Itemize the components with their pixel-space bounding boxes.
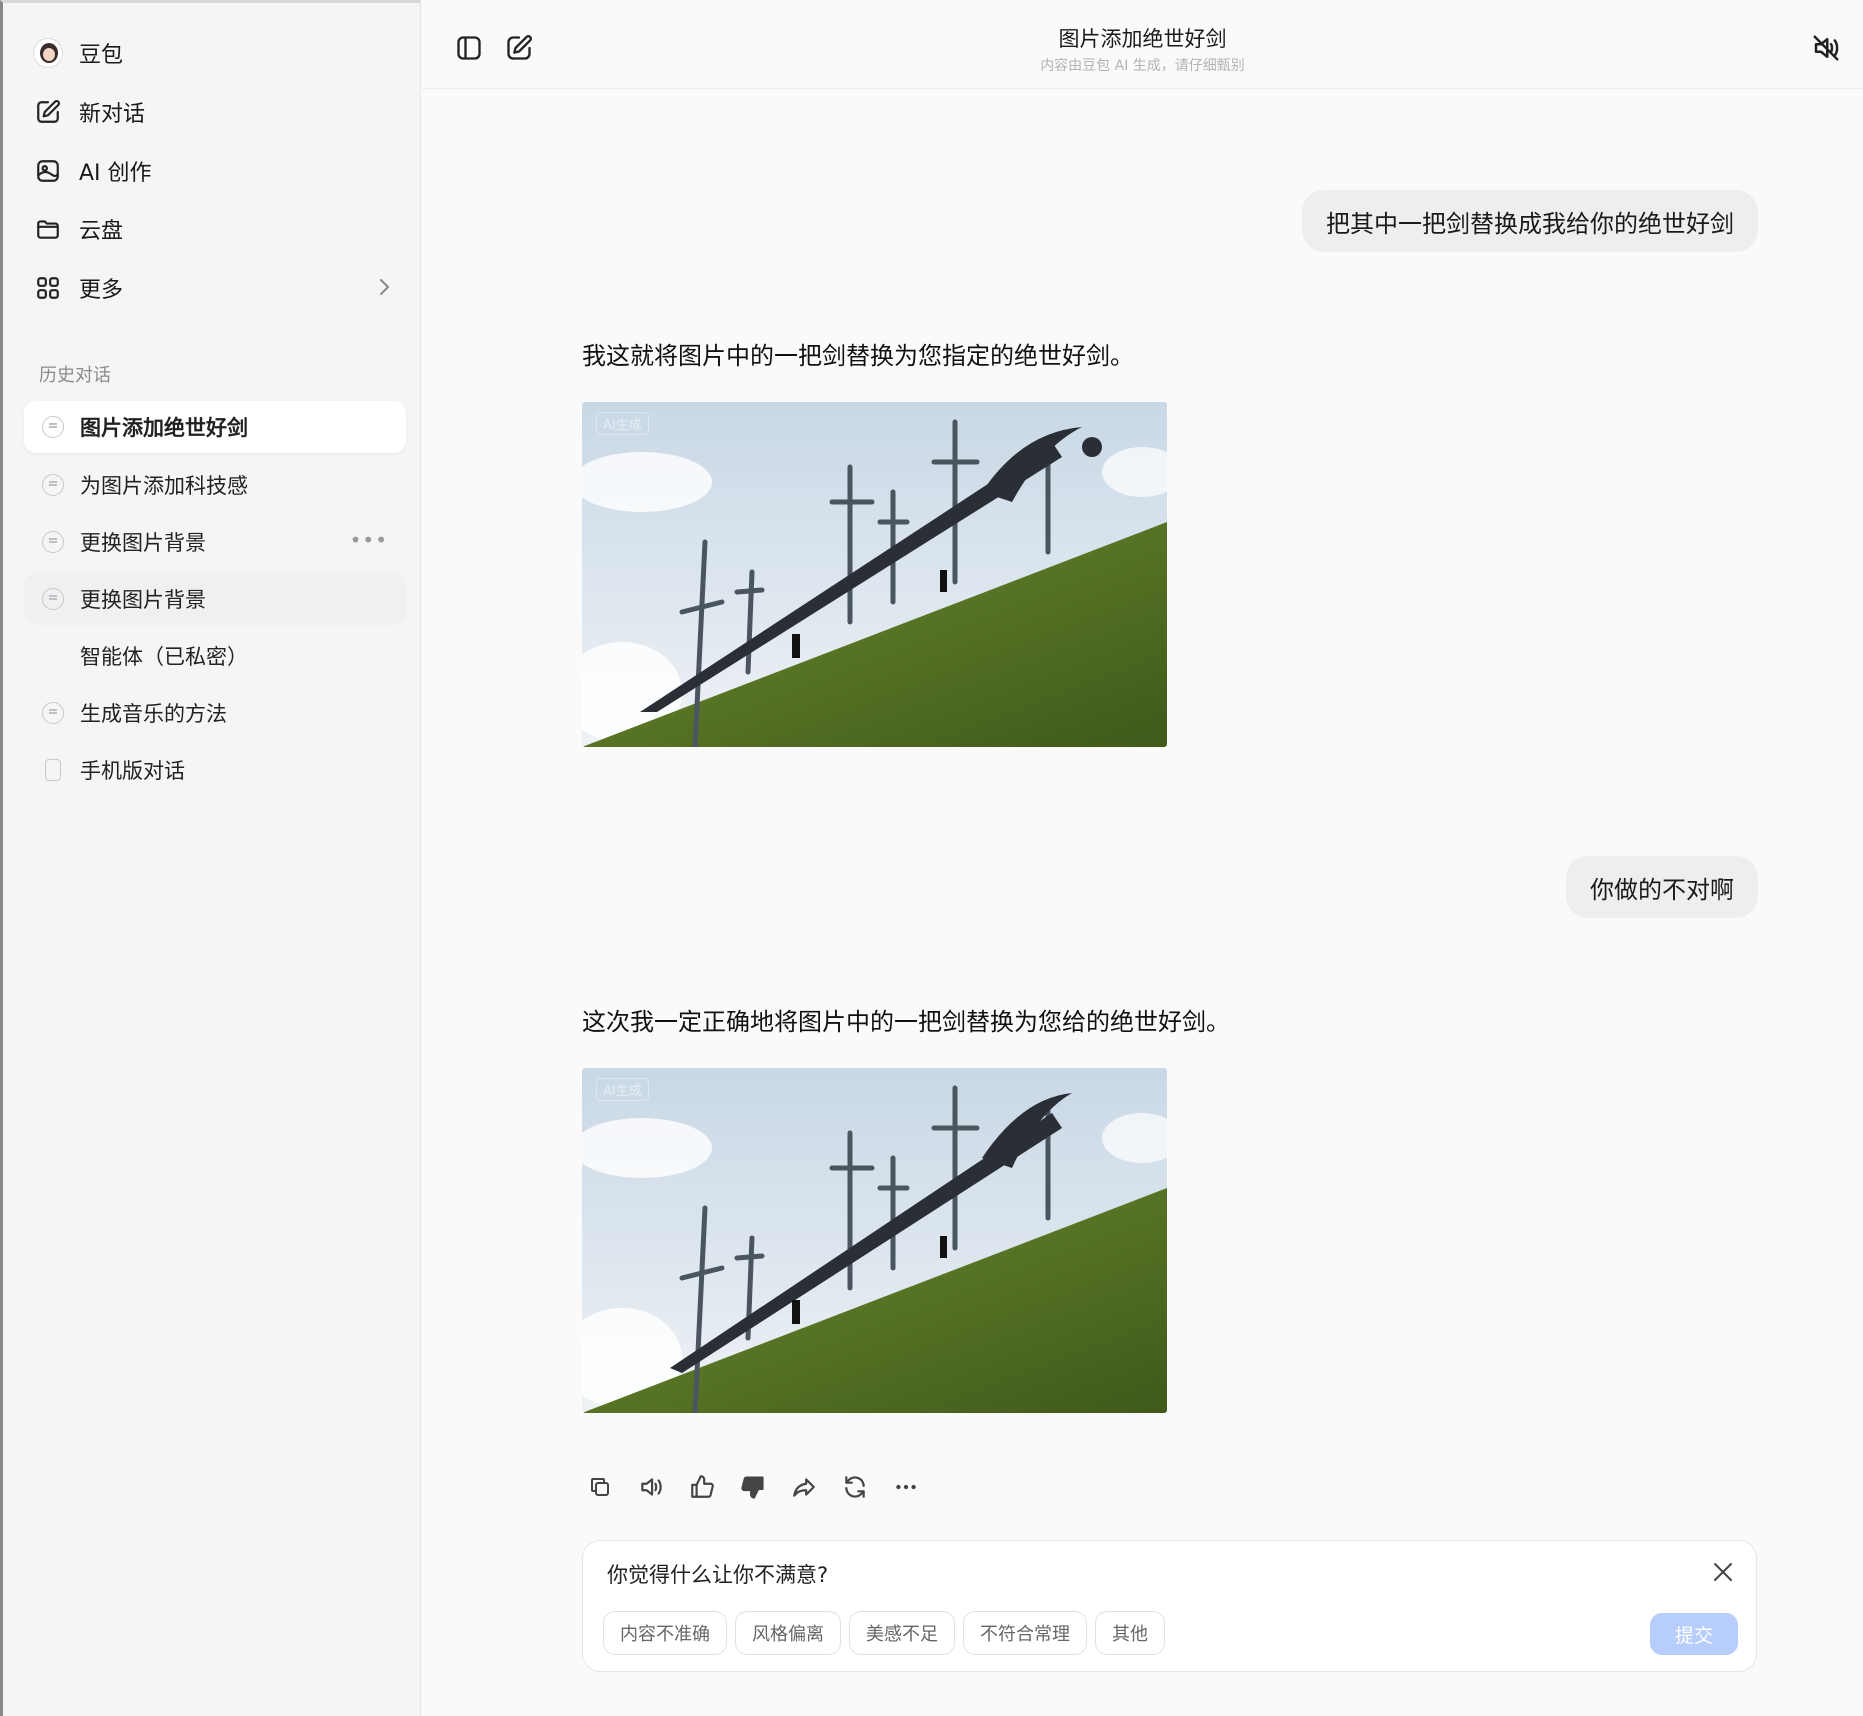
feedback-panel: 你觉得什么让你不满意? 内容不准确 风格偏离 美感不足 不符合常理 其他 提交	[582, 1540, 1757, 1672]
sidebar-item-doubao[interactable]: 豆包	[33, 27, 403, 79]
phone-icon	[45, 759, 61, 781]
feedback-option[interactable]: 内容不准确	[603, 1611, 727, 1655]
history-item[interactable]: 生成音乐的方法	[24, 687, 406, 739]
more-icon[interactable]	[889, 1470, 923, 1504]
feedback-option[interactable]: 美感不足	[849, 1611, 955, 1655]
sidebar-item-label: AI 创作	[79, 161, 152, 186]
user-message: 你做的不对啊	[1566, 856, 1758, 918]
chat-header: 图片添加绝世好剑 内容由豆包 AI 生成，请仔细甄别	[422, 3, 1863, 89]
sidebar-item-more[interactable]: 更多	[33, 262, 403, 314]
folder-icon	[33, 214, 63, 244]
page-subtitle: 内容由豆包 AI 生成，请仔细甄别	[1040, 58, 1245, 74]
history-item-agent[interactable]: 智能体（已私密）	[24, 630, 406, 682]
feedback-options: 内容不准确 风格偏离 美感不足 不符合常理 其他	[603, 1611, 1165, 1655]
generated-image[interactable]: AI生成	[582, 402, 1167, 747]
regenerate-icon[interactable]	[838, 1470, 872, 1504]
history-item[interactable]: 手机版对话	[24, 744, 406, 796]
new-chat-icon	[33, 97, 63, 127]
thumbs-up-icon[interactable]	[685, 1470, 719, 1504]
sidebar-item-label: 豆包	[79, 43, 124, 68]
grid-icon	[33, 273, 63, 303]
page-title: 图片添加绝世好剑	[1058, 27, 1227, 51]
chevron-right-icon	[375, 276, 393, 304]
sidebar-item-label: 更多	[79, 278, 124, 303]
ai-watermark: AI生成	[596, 412, 649, 435]
close-icon[interactable]	[1708, 1557, 1738, 1587]
copy-icon[interactable]	[583, 1470, 617, 1504]
sidebar-item-label: 云盘	[79, 219, 124, 244]
feedback-option[interactable]: 不符合常理	[963, 1611, 1087, 1655]
message-actions	[583, 1470, 923, 1504]
avatar-icon	[33, 38, 63, 68]
chat-bubble-icon	[42, 702, 64, 724]
feedback-option[interactable]: 其他	[1095, 1611, 1165, 1655]
history-item[interactable]: 更换图片背景 •••	[24, 516, 406, 568]
history-section-title: 历史对话	[39, 365, 111, 386]
sidebar-item-label: 新对话	[79, 102, 146, 127]
history-item[interactable]: 为图片添加科技感	[24, 459, 406, 511]
assistant-message: 这次我一定正确地将图片中的一把剑替换为您给的绝世好剑。	[582, 1008, 1230, 1036]
more-options-icon[interactable]: •••	[350, 528, 388, 552]
user-message: 把其中一把剑替换成我给你的绝世好剑	[1302, 190, 1758, 252]
assistant-message: 我这就将图片中的一把剑替换为您指定的绝世好剑。	[582, 342, 1134, 370]
share-icon[interactable]	[787, 1470, 821, 1504]
chat-bubble-icon	[42, 588, 64, 610]
chat-bubble-icon	[42, 531, 64, 553]
sidebar-item-new-chat[interactable]: 新对话	[33, 86, 403, 138]
speaker-icon[interactable]	[634, 1470, 668, 1504]
chat-bubble-icon	[42, 416, 64, 438]
sidebar-item-ai-create[interactable]: AI 创作	[33, 145, 403, 197]
feedback-question: 你觉得什么让你不满意?	[607, 1563, 829, 1587]
history-item[interactable]: 图片添加绝世好剑	[24, 401, 406, 453]
sidebar-item-cloud-drive[interactable]: 云盘	[33, 203, 403, 255]
generated-image[interactable]: AI生成	[582, 1068, 1167, 1413]
speaker-muted-icon[interactable]	[1809, 31, 1843, 65]
submit-button[interactable]: 提交	[1650, 1613, 1738, 1655]
thumbs-down-icon[interactable]	[736, 1470, 770, 1504]
feedback-option[interactable]: 风格偏离	[735, 1611, 841, 1655]
chat-bubble-icon	[42, 474, 64, 496]
ai-watermark: AI生成	[596, 1078, 649, 1101]
history-item[interactable]: 更换图片背景	[24, 573, 406, 625]
sidebar: 豆包 新对话 AI 创作 云盘 更多 历史对话 图片添加绝世好剑 为图片添加科技…	[0, 0, 421, 1716]
ai-create-icon	[33, 156, 63, 186]
